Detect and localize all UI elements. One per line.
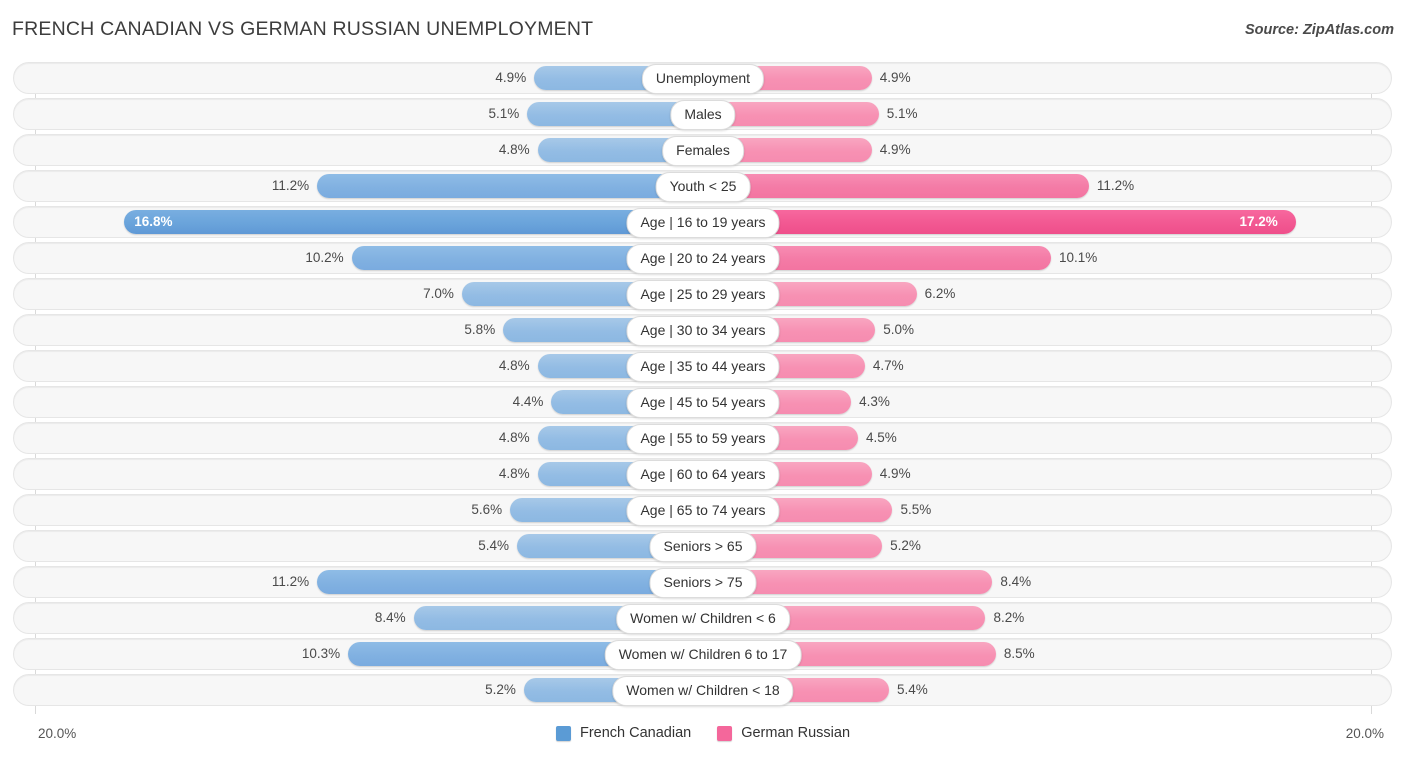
category-label-pill: Age | 20 to 24 years — [626, 244, 780, 274]
bar-row: 10.3% 8.5% Women w/ Children 6 to 17 — [0, 638, 1406, 670]
value-label-german-russian: 5.0% — [883, 322, 915, 337]
legend-swatch-icon — [555, 725, 571, 741]
value-label-german-russian: 5.5% — [900, 502, 932, 517]
value-label-french-canadian: 10.2% — [305, 250, 344, 265]
value-label-german-russian: 8.4% — [1000, 574, 1032, 589]
category-label-pill: Women w/ Children < 18 — [612, 676, 794, 706]
category-label-pill: Age | 45 to 54 years — [626, 388, 780, 418]
value-label-german-russian: 4.5% — [866, 430, 897, 445]
value-label-german-russian: 8.2% — [993, 610, 1025, 625]
value-label-french-canadian: 5.2% — [485, 682, 516, 697]
value-label-german-russian: 11.2% — [1096, 178, 1135, 193]
value-label-german-russian: 4.9% — [879, 142, 911, 157]
bar-row: 11.2% 8.4% Seniors > 75 — [0, 566, 1406, 598]
value-label-german-russian: 5.1% — [886, 106, 918, 121]
value-label-german-russian: 4.7% — [872, 358, 904, 373]
bar-german-russian[interactable] — [703, 210, 1296, 234]
value-label-french-canadian: 4.8% — [498, 358, 530, 373]
bar-row: 5.2% 5.4% Women w/ Children < 18 — [0, 674, 1406, 706]
category-label-pill: Women w/ Children < 6 — [616, 604, 790, 634]
category-label-pill: Women w/ Children 6 to 17 — [604, 640, 802, 670]
value-label-french-canadian: 5.4% — [478, 538, 509, 553]
bar-row: 5.4% 5.2% Seniors > 65 — [0, 530, 1406, 562]
value-label-french-canadian: 4.8% — [498, 430, 530, 445]
bar-french-canadian[interactable] — [124, 210, 703, 234]
value-label-german-russian: 5.4% — [897, 682, 928, 697]
source-attribution: Source: ZipAtlas.com — [1244, 22, 1394, 38]
value-label-french-canadian: 8.4% — [374, 610, 406, 625]
value-label-german-russian: 6.2% — [924, 286, 956, 301]
value-label-german-russian: 8.5% — [1003, 646, 1035, 661]
value-label-french-canadian: 5.8% — [464, 322, 496, 337]
legend-item[interactable]: German Russian — [717, 725, 850, 741]
bar-row: 7.0% 6.2% Age | 25 to 29 years — [0, 278, 1406, 310]
value-label-french-canadian: 4.9% — [495, 70, 527, 85]
value-label-french-canadian: 5.6% — [471, 502, 503, 517]
bar-rows: 4.9% 4.9% Unemployment 5.1% 5.1% Males 4.8% 4.9… — [0, 62, 1406, 710]
value-label-french-canadian: 16.8% — [134, 214, 173, 229]
bar-row: 4.8% 4.7% Age | 35 to 44 years — [0, 350, 1406, 382]
value-label-german-russian: 5.2% — [890, 538, 921, 553]
category-label-pill: Females — [662, 136, 744, 166]
bar-row: 8.4% 8.2% Women w/ Children < 6 — [0, 602, 1406, 634]
value-label-german-russian: 4.9% — [879, 70, 911, 85]
bar-german-russian[interactable] — [703, 174, 1089, 198]
legend-swatch-icon — [717, 725, 733, 741]
legend-label: French Canadian — [579, 725, 692, 741]
chart-legend: French Canadian German Russian — [0, 725, 1406, 741]
value-label-french-canadian: 4.4% — [512, 394, 544, 409]
bar-french-canadian[interactable] — [317, 174, 703, 198]
bar-row: 4.4% 4.3% Age | 45 to 54 years — [0, 386, 1406, 418]
category-label-pill: Age | 25 to 29 years — [626, 280, 780, 310]
bar-row: 16.8% 17.2% Age | 16 to 19 years — [0, 206, 1406, 238]
bar-row: 4.8% 4.5% Age | 55 to 59 years — [0, 422, 1406, 454]
value-label-french-canadian: 10.3% — [301, 646, 341, 661]
value-label-german-russian: 17.2% — [1239, 214, 1278, 229]
category-label-pill: Seniors > 75 — [649, 568, 757, 598]
bar-row: 5.1% 5.1% Males — [0, 98, 1406, 130]
category-label-pill: Age | 35 to 44 years — [626, 352, 780, 382]
bar-row: 10.2% 10.1% Age | 20 to 24 years — [0, 242, 1406, 274]
bar-row: 5.8% 5.0% Age | 30 to 34 years — [0, 314, 1406, 346]
chart-plot-area: 4.9% 4.9% Unemployment 5.1% 5.1% Males 4.8% 4.9… — [0, 62, 1406, 714]
bar-french-canadian[interactable] — [317, 570, 703, 594]
category-label-pill: Males — [670, 100, 736, 130]
category-label-pill: Age | 65 to 74 years — [626, 496, 780, 526]
value-label-french-canadian: 5.1% — [488, 106, 520, 121]
value-label-french-canadian: 11.2% — [271, 178, 310, 193]
category-label-pill: Seniors > 65 — [649, 532, 757, 562]
category-label-pill: Age | 16 to 19 years — [626, 208, 780, 238]
page-title: FRENCH CANADIAN VS GERMAN RUSSIAN UNEMPL… — [12, 18, 594, 40]
bar-row: 4.8% 4.9% Females — [0, 134, 1406, 166]
value-label-german-russian: 4.3% — [859, 394, 890, 409]
category-label-pill: Age | 30 to 34 years — [626, 316, 780, 346]
legend-label: German Russian — [741, 725, 851, 741]
value-label-french-canadian: 4.8% — [498, 142, 530, 157]
bar-row: 11.2% 11.2% Youth < 25 — [0, 170, 1406, 202]
value-label-french-canadian: 11.2% — [271, 574, 310, 589]
category-label-pill: Age | 60 to 64 years — [626, 460, 780, 490]
value-label-german-russian: 4.9% — [879, 466, 911, 481]
chart-footer: 20.0% 20.0% French Canadian German Russia… — [0, 714, 1406, 757]
value-label-french-canadian: 4.8% — [498, 466, 530, 481]
category-label-pill: Unemployment — [641, 64, 765, 94]
legend-item[interactable]: French Canadian — [555, 725, 692, 741]
value-label-french-canadian: 7.0% — [423, 286, 454, 301]
chart-header: FRENCH CANADIAN VS GERMAN RUSSIAN UNEMPL… — [0, 0, 1406, 60]
value-label-german-russian: 10.1% — [1058, 250, 1098, 265]
bar-row: 5.6% 5.5% Age | 65 to 74 years — [0, 494, 1406, 526]
bar-row: 4.8% 4.9% Age | 60 to 64 years — [0, 458, 1406, 490]
category-label-pill: Youth < 25 — [655, 172, 751, 202]
category-label-pill: Age | 55 to 59 years — [626, 424, 780, 454]
bar-row: 4.9% 4.9% Unemployment — [0, 62, 1406, 94]
